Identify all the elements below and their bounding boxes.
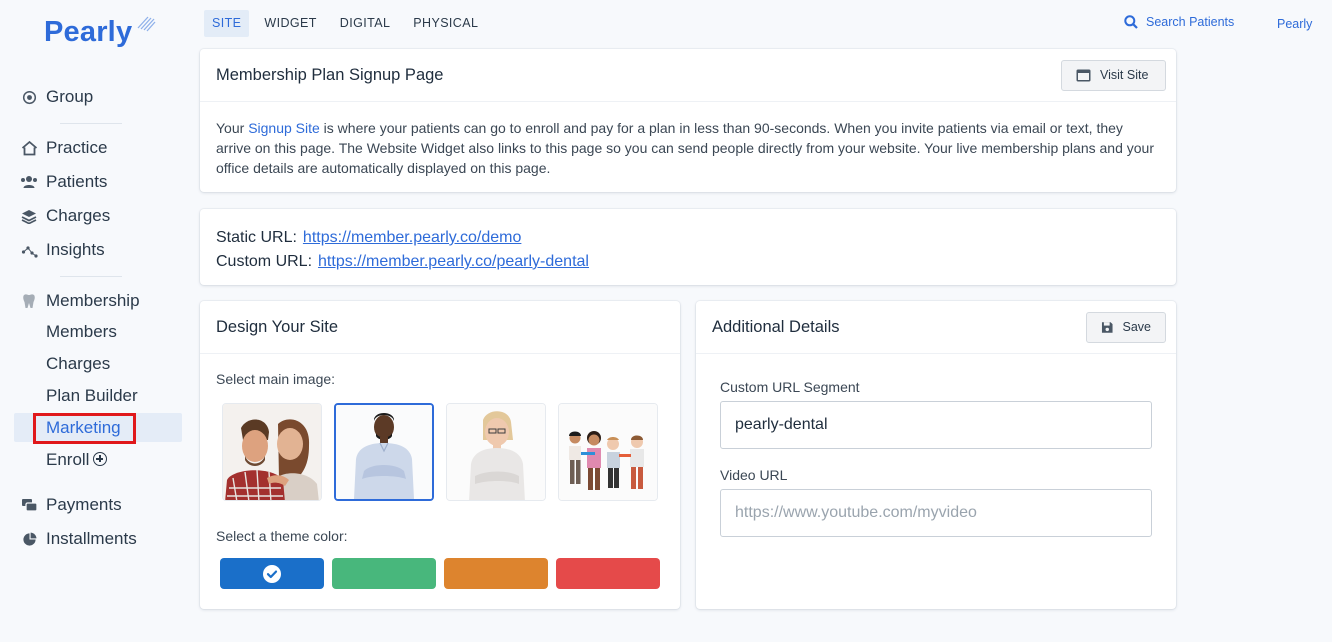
design-site-card: Design Your Site Select main image: Sele… <box>200 301 680 609</box>
sidebar-item-installments[interactable]: Installments <box>20 527 137 551</box>
card-title: Design Your Site <box>216 317 339 336</box>
main-image-option-woman[interactable] <box>446 403 546 501</box>
sidebar-item-insights[interactable]: Insights <box>20 238 105 262</box>
sidebar-subitem-charges[interactable]: Charges <box>46 352 110 376</box>
sidebar-item-practice[interactable]: Practice <box>20 136 107 160</box>
video-url-input[interactable] <box>720 489 1152 537</box>
save-button[interactable]: Save <box>1086 311 1166 343</box>
main-image-option-man[interactable] <box>334 403 434 501</box>
additional-details-card: Additional Details Save Custom URL Segme… <box>696 301 1176 609</box>
urls-list: Static URL: https://member.pearly.co/demo… <box>200 209 1176 291</box>
couple-photo <box>223 404 321 500</box>
signup-page-card: Membership Plan Signup Page Visit Site Y… <box>200 49 1176 192</box>
static-url-label: Static URL: <box>216 229 297 246</box>
browser-window-icon <box>1076 69 1091 81</box>
custom-url-link[interactable]: https://member.pearly.co/pearly-dental <box>318 253 589 270</box>
top-tabs: SITE WIDGET DIGITAL PHYSICAL <box>204 10 493 37</box>
sidebar-item-label: Patients <box>46 172 108 191</box>
card-header: Additional Details Save <box>696 301 1176 354</box>
logo-mark-icon <box>137 16 156 32</box>
search-patients-link[interactable]: Search Patients <box>1124 15 1234 29</box>
floppy-disk-icon <box>1101 321 1113 333</box>
layers-icon <box>20 207 38 225</box>
signup-description: Your Signup Site is where your patients … <box>200 102 1176 194</box>
sidebar: Pearly Group Practice Patients Charges I… <box>0 0 190 642</box>
button-label: Save <box>1122 320 1152 334</box>
tooth-icon <box>20 292 38 310</box>
sidebar-item-membership[interactable]: Membership <box>20 289 140 313</box>
sidebar-item-charges[interactable]: Charges <box>20 204 110 228</box>
signup-site-link[interactable]: Signup Site <box>248 120 320 136</box>
static-url-link[interactable]: https://member.pearly.co/demo <box>303 229 521 246</box>
theme-color-orange[interactable] <box>444 558 548 589</box>
sidebar-item-payments[interactable]: Payments <box>20 493 122 517</box>
desc-text: is where your patients can go to enroll … <box>216 120 1154 176</box>
home-icon <box>20 139 38 157</box>
sidebar-item-label: Membership <box>46 291 140 310</box>
highlight-box <box>33 413 136 444</box>
sidebar-item-label: Practice <box>46 138 108 157</box>
video-url-label: Video URL <box>720 467 788 483</box>
woman-photo <box>447 404 545 500</box>
pie-icon <box>20 530 38 548</box>
sidebar-item-label: Payments <box>46 495 122 514</box>
theme-color-blue[interactable] <box>220 558 324 589</box>
theme-color-red[interactable] <box>556 558 660 589</box>
sidebar-subitem-members[interactable]: Members <box>46 320 117 344</box>
tab-digital[interactable]: DIGITAL <box>332 10 399 37</box>
sidebar-divider <box>60 123 122 124</box>
kids-photo <box>559 404 657 500</box>
sidebar-item-label: Group <box>46 87 94 106</box>
static-url-row: Static URL: https://member.pearly.co/demo <box>216 226 1160 250</box>
main-image-option-couple[interactable] <box>222 403 322 501</box>
pearly-logo[interactable]: Pearly <box>44 16 156 49</box>
tab-site[interactable]: SITE <box>204 10 250 37</box>
custom-url-segment-input[interactable] <box>720 401 1152 449</box>
sidebar-item-label: Insights <box>46 240 105 259</box>
custom-url-segment-label: Custom URL Segment <box>720 379 860 395</box>
sidebar-subitem-enroll[interactable]: Enroll <box>46 448 108 472</box>
card-title: Membership Plan Signup Page <box>216 65 444 84</box>
plus-circle-icon <box>93 452 108 466</box>
sidebar-divider <box>60 276 122 277</box>
globe-icon <box>20 88 38 106</box>
card-header: Membership Plan Signup Page Visit Site <box>200 49 1176 102</box>
payments-icon <box>20 496 38 514</box>
main-image-option-kids[interactable] <box>558 403 658 501</box>
users-icon <box>20 173 38 191</box>
check-circle-icon <box>263 564 281 583</box>
search-label: Search Patients <box>1146 15 1235 29</box>
user-menu[interactable]: Pearly <box>1277 17 1312 31</box>
chart-icon <box>20 241 38 259</box>
desc-text: Your <box>216 120 249 136</box>
tab-widget[interactable]: WIDGET <box>256 10 324 37</box>
sidebar-item-patients[interactable]: Patients <box>20 170 107 194</box>
sidebar-subitem-plan-builder[interactable]: Plan Builder <box>46 384 138 408</box>
custom-url-row: Custom URL: https://member.pearly.co/pear… <box>216 250 1160 274</box>
sidebar-subitem-label: Enroll <box>46 450 90 469</box>
man-photo <box>336 405 432 499</box>
sidebar-item-label: Charges <box>46 206 111 225</box>
sidebar-item-label: Installments <box>46 529 137 548</box>
logo-text: Pearly <box>44 16 133 48</box>
search-icon <box>1124 15 1138 29</box>
image-select-label: Select main image: <box>216 371 336 387</box>
card-header: Design Your Site <box>200 301 680 354</box>
visit-site-button[interactable]: Visit Site <box>1061 59 1166 91</box>
sidebar-item-group[interactable]: Group <box>20 85 93 109</box>
color-select-label: Select a theme color: <box>216 528 348 544</box>
custom-url-label: Custom URL: <box>216 253 313 270</box>
tab-physical[interactable]: PHYSICAL <box>405 10 486 37</box>
card-title: Additional Details <box>712 317 840 336</box>
urls-card: Static URL: https://member.pearly.co/demo… <box>200 209 1176 285</box>
button-label: Visit Site <box>1100 68 1149 82</box>
theme-color-green[interactable] <box>332 558 436 589</box>
